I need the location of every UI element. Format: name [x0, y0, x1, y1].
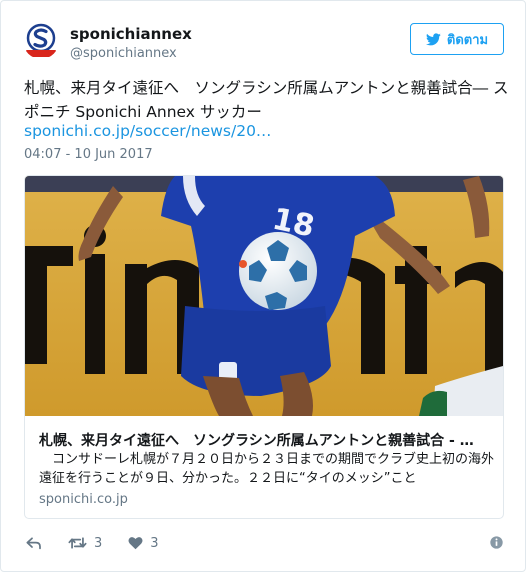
follow-button[interactable]: ติดตาม [410, 23, 504, 55]
twitter-bird-icon [425, 32, 441, 45]
sponichi-s-logo-icon [26, 23, 56, 57]
avatar[interactable] [23, 23, 59, 59]
info-icon [490, 536, 503, 549]
like-count: 3 [150, 535, 159, 551]
user-display-name[interactable]: sponichiannex [70, 25, 192, 43]
card-title[interactable]: 札幌、来月タイ遠征へ ソングラシン所属ムアントンと親善試合 - … [39, 430, 494, 450]
tweet-timestamp[interactable]: 04:07 - 10 Jun 2017 [24, 147, 153, 162]
tweet-info-button[interactable] [490, 534, 503, 553]
like-button[interactable]: 3 [128, 535, 159, 551]
tweet-actions: 3 3 [26, 533, 185, 553]
user-handle[interactable]: @sponichiannex [70, 46, 177, 61]
follow-label: ติดตาม [446, 32, 489, 48]
retweet-icon [68, 537, 87, 549]
tweet-link[interactable]: sponichi.co.jp/soccer/news/20… [24, 122, 271, 140]
heart-icon [128, 537, 143, 550]
embedded-tweet: sponichiannex @sponichiannex ติดตาม 札幌、来… [0, 0, 526, 572]
soccer-player-photo: 18 [25, 176, 503, 416]
link-card[interactable]: 18 札幌、来月タイ遠征へ ソングラシン所属ムアントンと親善試合 - … コンサ… [24, 175, 504, 519]
tweet-text: 札幌、来月タイ遠征へ ソングラシン所属ムアントンと親善試合― スポニチ Spon… [24, 79, 509, 121]
card-domain: sponichi.co.jp [39, 492, 128, 507]
reply-icon [26, 537, 41, 550]
retweet-count: 3 [94, 535, 103, 551]
retweet-button[interactable]: 3 [68, 536, 102, 551]
reply-button[interactable] [26, 536, 42, 550]
card-description: コンサドーレ札幌が７月２０日から２３日までの期間でクラブ史上初の海外遠征を行うこ… [39, 452, 495, 486]
